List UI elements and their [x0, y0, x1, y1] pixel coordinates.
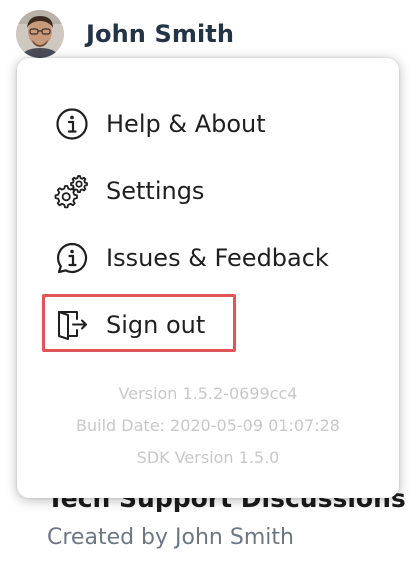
build-date-text: Build Date: 2020-05-09 01:07:28: [76, 416, 340, 435]
sdk-version-text: SDK Version 1.5.0: [136, 448, 280, 467]
info-icon: [53, 105, 91, 143]
version-text: Version 1.5.2-0699cc4: [118, 384, 298, 403]
user-header[interactable]: John Smith: [0, 0, 419, 64]
menu-item-label: Sign out: [106, 311, 206, 339]
menu-item-issues-feedback[interactable]: Issues & Feedback: [53, 238, 329, 278]
discussion-creator: Created by John Smith: [47, 525, 294, 550]
menu-item-sign-out[interactable]: Sign out: [53, 305, 205, 345]
menu-item-label: Settings: [106, 177, 205, 205]
gears-icon: [53, 172, 91, 210]
menu-item-settings[interactable]: Settings: [53, 171, 204, 211]
menu-item-label: Help & About: [106, 110, 266, 138]
feedback-icon: [53, 239, 91, 277]
user-name[interactable]: John Smith: [86, 20, 234, 48]
menu-item-label: Issues & Feedback: [106, 244, 329, 272]
avatar-photo-icon: [16, 10, 64, 58]
sign-out-icon: [53, 306, 91, 344]
version-info: Version 1.5.2-0699cc4 Build Date: 2020-0…: [17, 378, 399, 474]
user-avatar[interactable]: [16, 10, 64, 58]
user-menu-dropdown: Help & About Settings Issues & Feedback: [17, 58, 399, 498]
menu-item-help-about[interactable]: Help & About: [53, 104, 266, 144]
